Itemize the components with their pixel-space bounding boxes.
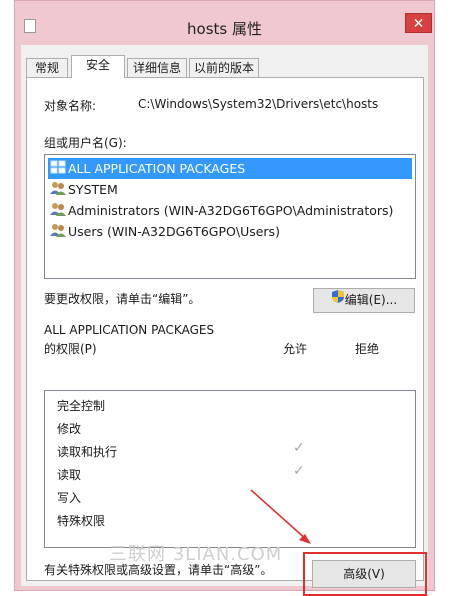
users-icon [50,201,66,222]
users-icon [50,180,66,201]
title-bar[interactable]: hosts 属性 ✕ [15,1,434,45]
group-name: Administrators (WIN-A32DG6T6GPO\Administ… [68,203,394,218]
permission-special: 特殊权限 [57,514,106,528]
advanced-button[interactable]: 高级(V) [312,560,416,588]
list-item[interactable]: Users (WIN-A32DG6T6GPO\Users) [48,221,280,242]
allow-column-header: 允许 [283,342,308,356]
permissions-header-principal: ALL APPLICATION PACKAGES [44,323,215,337]
group-name: ALL APPLICATION PACKAGES [68,161,246,176]
close-button[interactable]: ✕ [405,13,432,33]
list-item[interactable]: ALL APPLICATION PACKAGES [48,158,412,179]
properties-window: hosts 属性 ✕ 常规 安全 详细信息 以前的版本 对象名称: C:\Win… [14,0,435,596]
tab-previous-versions[interactable]: 以前的版本 [189,58,259,77]
annotation-arrow-icon [250,489,311,544]
tab-security[interactable]: 安全 [71,55,125,78]
tab-general[interactable]: 常规 [26,58,68,77]
users-icon [50,222,66,243]
dialog-client-area: 常规 安全 详细信息 以前的版本 对象名称: C:\Windows\System… [21,45,428,596]
window-title: hosts 属性 [187,20,262,38]
list-item[interactable]: SYSTEM [48,179,118,200]
uac-shield-icon [331,289,345,312]
permission-read: 读取 [57,468,82,482]
app-packages-icon [50,159,66,180]
group-name: Users (WIN-A32DG6T6GPO\Users) [68,224,280,239]
edit-button[interactable]: 编辑(E)... [313,288,415,313]
edit-button-label: 编辑(E)... [344,293,398,307]
groups-label: 组或用户名(G): [44,136,127,150]
permissions-header-label: 的权限(P) [44,342,97,356]
permission-full-control: 完全控制 [57,399,106,413]
permissions-list: 完全控制 修改 读取和执行 ✓ 读取 ✓ 写入 特殊权限 [44,390,416,548]
object-name-label: 对象名称: [44,99,97,113]
permission-write: 写入 [57,491,82,505]
tab-details[interactable]: 详细信息 [127,58,187,77]
list-item[interactable]: Administrators (WIN-A32DG6T6GPO\Administ… [48,200,393,221]
permission-read-execute: 读取和执行 [57,445,118,459]
allow-check-icon: ✓ [293,440,305,456]
groups-listbox[interactable]: ALL APPLICATION PACKAGES SYSTEM Administ… [44,154,416,279]
change-permissions-hint: 要更改权限，请单击“编辑”。 [44,292,201,306]
object-name-value: C:\Windows\System32\Drivers\etc\hosts [138,97,379,111]
advanced-settings-hint: 有关特殊权限或高级设置，请单击“高级”。 [44,563,273,577]
permission-modify: 修改 [57,422,82,436]
allow-check-icon: ✓ [293,463,305,479]
security-panel: 对象名称: C:\Windows\System32\Drivers\etc\ho… [26,77,427,596]
deny-column-header: 拒绝 [355,342,380,356]
group-name: SYSTEM [68,182,118,197]
